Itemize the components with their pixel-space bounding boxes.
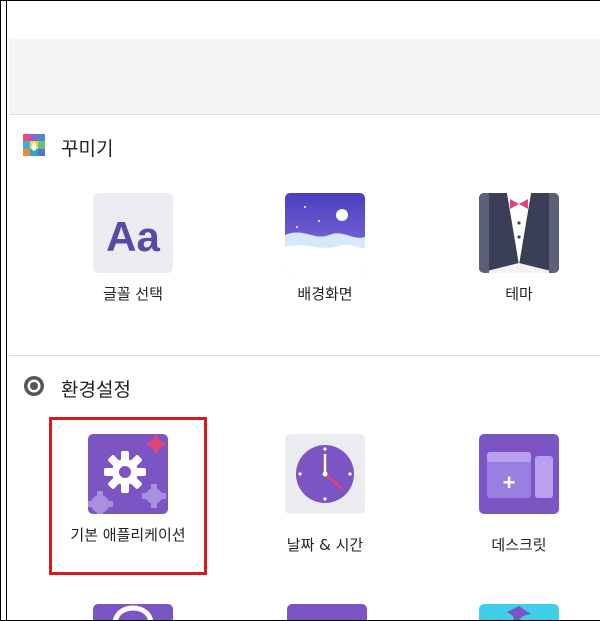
- clock-icon: [285, 434, 365, 514]
- desklet-tile[interactable]: + 데스크릿: [459, 434, 579, 556]
- next-row-tile-icon[interactable]: [479, 604, 559, 620]
- tile-label: 데스크릿: [491, 536, 547, 554]
- selection-highlight: [49, 417, 207, 575]
- next-row-tile-icon[interactable]: [93, 604, 173, 620]
- section-title: 꾸미기: [61, 137, 114, 160]
- palette-grid-icon: [23, 133, 45, 161]
- font-selection-tile[interactable]: Aa 글꼴 선택: [73, 193, 193, 305]
- next-row-tile-icon[interactable]: [287, 604, 367, 620]
- date-time-tile[interactable]: 날짜 & 시간: [265, 434, 385, 556]
- tile-label: 배경화면: [297, 285, 353, 303]
- section-divider: [9, 355, 600, 356]
- wallpaper-icon: [285, 193, 365, 273]
- section-title: 환경설정: [61, 378, 131, 401]
- tuxedo-theme-icon: [479, 193, 559, 273]
- wallpaper-tile[interactable]: 배경화면: [265, 193, 385, 305]
- tile-label: 테마: [505, 285, 533, 303]
- desklet-icon: +: [479, 434, 559, 514]
- section-header-customize: 꾸미기: [23, 132, 113, 162]
- font-Aa-icon: Aa: [93, 193, 173, 273]
- settings-circle-icon: [23, 375, 45, 402]
- window-edge: [6, 1, 7, 620]
- section-header-preferences: 환경설정: [23, 373, 131, 403]
- svg-text:Aa: Aa: [106, 213, 160, 260]
- tile-label: 글꼴 선택: [103, 285, 163, 303]
- tile-label: 날짜 & 시간: [286, 536, 364, 554]
- svg-text:+: +: [503, 470, 516, 495]
- theme-tile[interactable]: 테마: [459, 193, 579, 305]
- header-bar: [9, 39, 600, 115]
- settings-window: 꾸미기 Aa 글꼴 선택 배경화면 테마 환경설정 기본 애플리케이션 날짜 &…: [0, 0, 600, 621]
